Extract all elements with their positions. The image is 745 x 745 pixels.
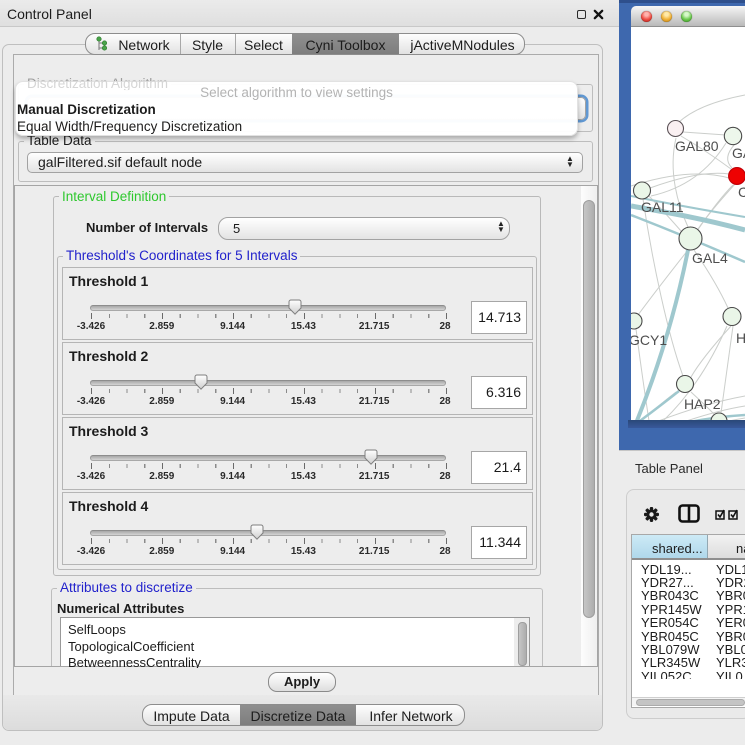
svg-text:HAP2: HAP2	[684, 396, 721, 412]
svg-text:C: C	[738, 184, 745, 200]
svg-text:GCY1: GCY1	[631, 332, 667, 348]
svg-text:GAL4: GAL4	[692, 250, 728, 266]
svg-text:H: H	[736, 330, 745, 346]
svg-text:GA: GA	[732, 145, 745, 161]
svg-text:GAL11: GAL11	[641, 199, 684, 215]
svg-text:GAL80: GAL80	[675, 138, 719, 154]
